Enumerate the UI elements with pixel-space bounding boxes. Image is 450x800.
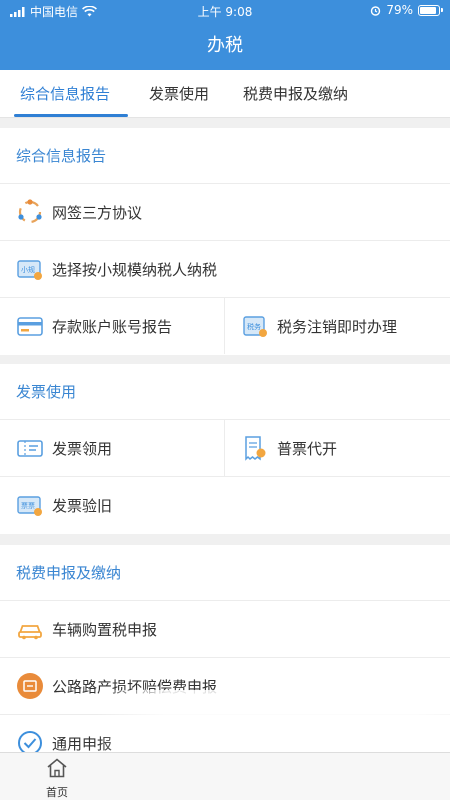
svg-text:务: 务 [254, 322, 261, 331]
active-tab-indicator [14, 114, 128, 117]
online-agreement-item[interactable]: 网签三方协议 [0, 184, 450, 240]
alarm-icon [371, 5, 381, 16]
agreement-cycle-icon [18, 199, 42, 224]
item-label: 税务注销即时办理 [277, 317, 398, 336]
item-label: 选择按小规模纳税人纳税 [52, 260, 218, 279]
item-label: 发票领用 [52, 439, 113, 458]
tax-cancel-icon: 税 务 [243, 316, 267, 337]
svg-text:规: 规 [28, 265, 35, 274]
general-invoice-item[interactable]: 普票代开 [225, 420, 450, 476]
home-icon [47, 758, 67, 778]
bottom-tab-bar: 首页 [0, 752, 450, 800]
item-label: 发票验旧 [52, 496, 113, 515]
nav-bar: 办税 [0, 22, 450, 70]
receipt-icon [245, 436, 266, 461]
svg-text:小: 小 [21, 265, 28, 274]
status-bar: 中国电信 上午 9:08 79% [0, 0, 450, 22]
section-title: 税费申报及缴纳 [0, 545, 450, 601]
item-label: 网签三方协议 [52, 203, 143, 222]
bank-card-icon [17, 317, 43, 336]
tab-info-report[interactable]: 综合信息报告 [20, 70, 110, 118]
bank-account-report-item[interactable]: 存款账户账号报告 [0, 298, 225, 354]
small-scale-icon: 小 规 [17, 260, 42, 280]
tax-deregistration-item[interactable]: 税 务 税务注销即时办理 [225, 298, 450, 354]
invoice-ticket-icon [17, 440, 43, 457]
home-tab[interactable]: 首页 [30, 757, 84, 800]
svg-text:票: 票 [28, 502, 35, 510]
small-scale-taxpayer-item[interactable]: 小 规 选择按小规模纳税人纳税 [0, 241, 450, 297]
tab-invoice-use[interactable]: 发票使用 [149, 70, 209, 118]
item-label: 车辆购置税申报 [52, 620, 158, 639]
blur-overlay [95, 690, 450, 752]
invoice-verify-icon: 票 票 [17, 496, 42, 516]
page-title: 办税 [207, 35, 243, 56]
section-title: 发票使用 [0, 364, 450, 420]
home-tab-label: 首页 [46, 786, 68, 799]
invoice-check-item[interactable]: 票 票 发票验旧 [0, 477, 450, 533]
tab-bar: 综合信息报告 发票使用 税费申报及缴纳 [0, 70, 450, 118]
item-label: 存款账户账号报告 [52, 317, 173, 336]
section-invoice-use: 发票使用 发票领用 普票代开 票 票 发票验旧 [0, 364, 450, 534]
car-icon [18, 625, 42, 640]
section-title: 综合信息报告 [0, 128, 450, 184]
battery-icon [418, 4, 443, 16]
item-label: 普票代开 [277, 439, 338, 458]
svg-text:税: 税 [247, 322, 254, 331]
svg-text:票: 票 [21, 502, 28, 510]
section-info-report: 综合信息报告 网签三方协议 小 规 选择按小规模纳税人纳税 存款账户账号报告 税… [0, 128, 450, 355]
invoice-claim-item[interactable]: 发票领用 [0, 420, 225, 476]
battery-percent: 79% [386, 3, 413, 17]
vehicle-tax-item[interactable]: 车辆购置税申报 [0, 601, 450, 657]
road-damage-icon [17, 673, 43, 699]
tab-tax-filing[interactable]: 税费申报及缴纳 [243, 70, 348, 118]
